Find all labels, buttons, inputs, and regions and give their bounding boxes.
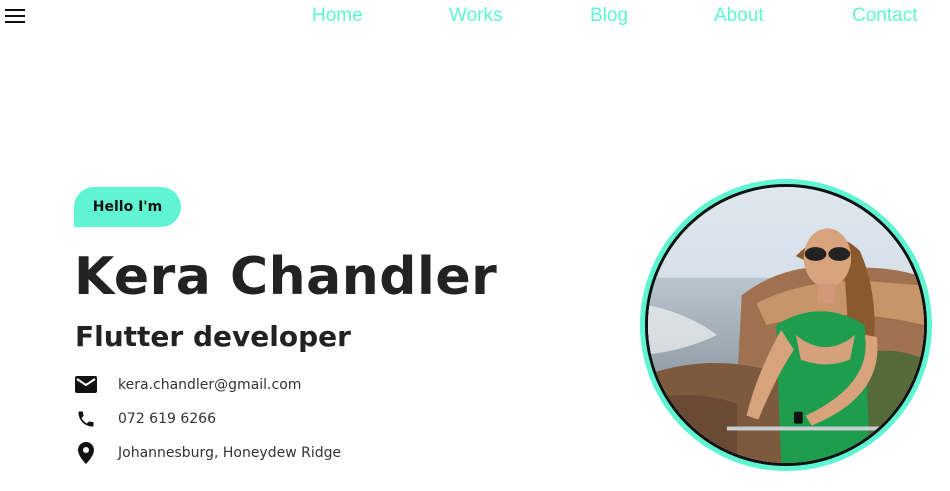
contact-location-row: Johannesburg, Honeydew Ridge <box>75 441 341 465</box>
hero-role: Flutter developer <box>75 320 351 353</box>
nav-blog-link[interactable]: Blog <box>590 5 628 27</box>
location-pin-icon <box>75 442 97 464</box>
contact-location: Johannesburg, Honeydew Ridge <box>118 445 342 461</box>
nav-about-link[interactable]: About <box>714 5 764 27</box>
profile-photo <box>645 184 927 466</box>
nav-contact-link[interactable]: Contact <box>852 5 917 27</box>
greeting-badge: Hello I'm <box>74 187 181 227</box>
nav-home-link[interactable]: Home <box>312 5 363 27</box>
contact-phone-row: 072 619 6266 <box>75 407 216 431</box>
contact-phone[interactable]: 072 619 6266 <box>118 411 216 427</box>
nav-works-link[interactable]: Works <box>449 5 502 27</box>
top-navigation: Home Works Blog About Contact <box>0 5 950 29</box>
contact-email-row: kera.chandler@gmail.com <box>75 373 301 397</box>
phone-icon <box>75 408 97 430</box>
profile-photo-frame <box>640 179 932 471</box>
email-icon <box>75 374 97 396</box>
hero-name: Kera Chandler <box>74 247 498 307</box>
contact-email[interactable]: kera.chandler@gmail.com <box>118 377 301 393</box>
